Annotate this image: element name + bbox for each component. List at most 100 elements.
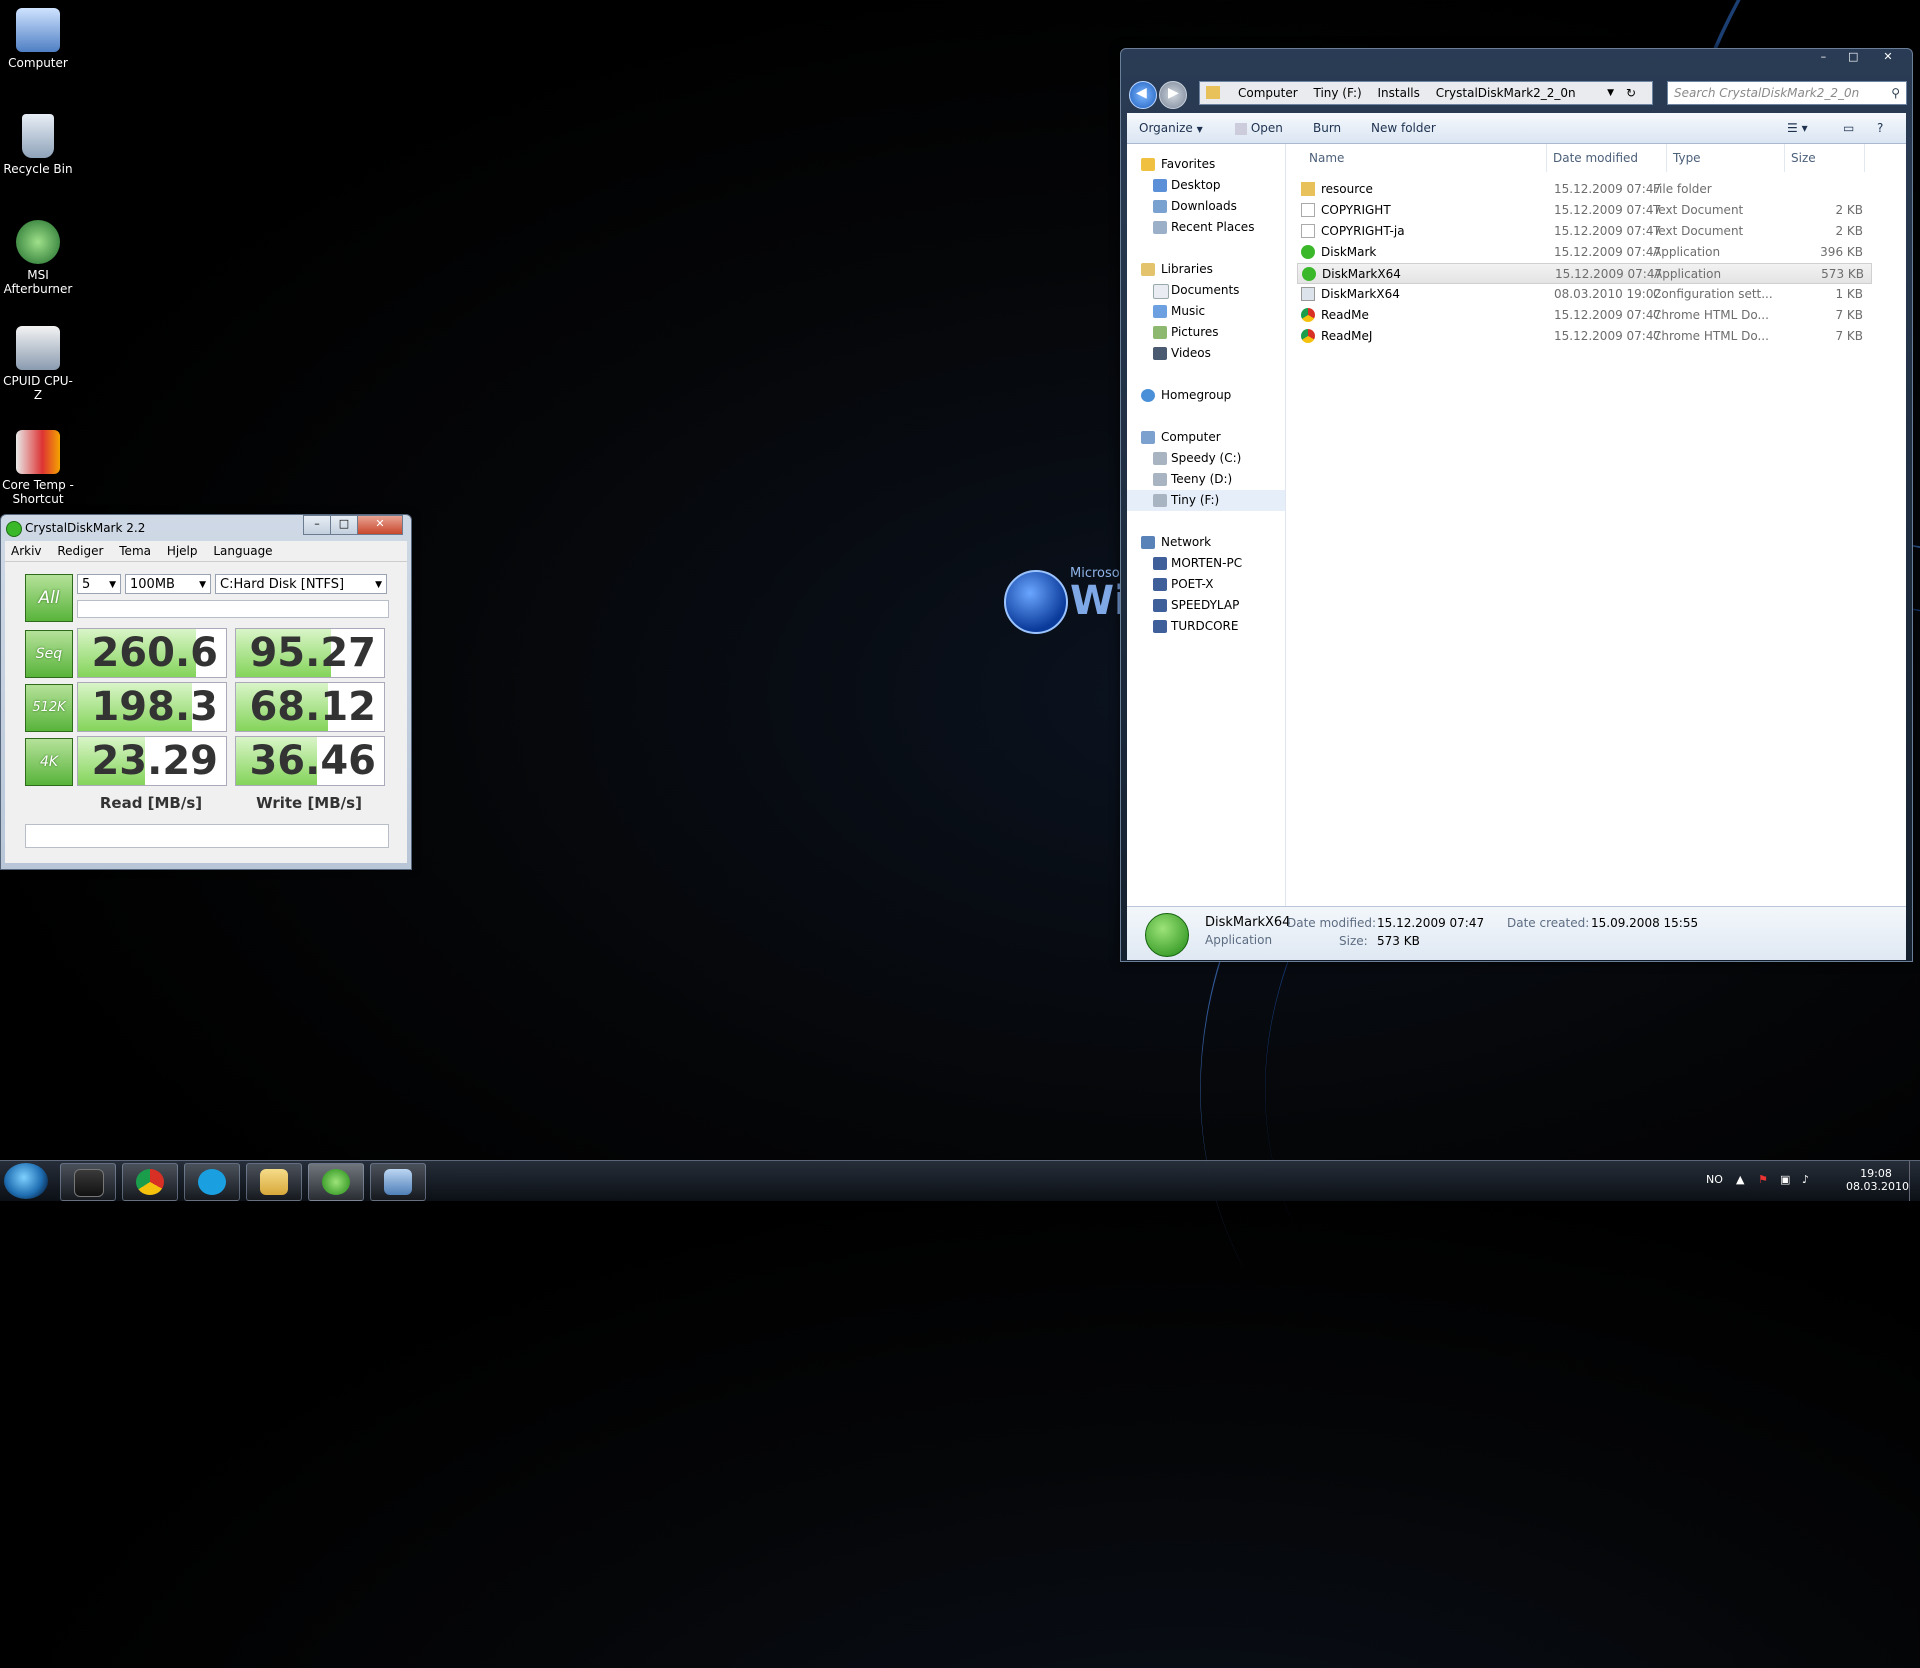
- organize-button[interactable]: Organize ▼: [1139, 113, 1203, 145]
- arrow-right-icon: ▶: [1168, 85, 1179, 101]
- clock[interactable]: 19:08 08.03.2010: [1846, 1167, 1909, 1193]
- drive-icon: [1153, 494, 1167, 507]
- command-bar: Organize ▼ Open Burn New folder ☰ ▾ ▭ ?: [1127, 113, 1906, 144]
- nav-pictures[interactable]: Pictures: [1127, 322, 1285, 343]
- open-button[interactable]: Open: [1235, 113, 1283, 143]
- search-input[interactable]: Search CrystalDiskMark2_2_0n ⚲: [1667, 81, 1907, 105]
- action-center-flag-icon[interactable]: ⚑: [1758, 1173, 1768, 1186]
- file-row[interactable]: COPYRIGHT-ja 15.12.2009 07:47 Text Documen…: [1297, 221, 1872, 242]
- forward-button[interactable]: ▶: [1159, 81, 1187, 109]
- arrow-left-icon: ◀: [1136, 85, 1147, 101]
- taskbar-remote-desktop[interactable]: [370, 1163, 426, 1201]
- refresh-icon[interactable]: ↻: [1626, 82, 1636, 104]
- nav-downloads[interactable]: Downloads: [1127, 196, 1285, 217]
- nav-recent-places[interactable]: Recent Places: [1127, 217, 1285, 238]
- nav-speedylap[interactable]: SPEEDYLAP: [1127, 595, 1285, 616]
- start-button[interactable]: [4, 1163, 48, 1199]
- seq-test-button[interactable]: Seq: [25, 630, 73, 678]
- details-size-value: 573 KB: [1377, 934, 1420, 948]
- nav-homegroup[interactable]: Homegroup: [1127, 385, 1285, 406]
- desktop-icon-cpuz[interactable]: CPUID CPU-Z: [0, 318, 76, 402]
- file-size: 7 KB: [1835, 308, 1863, 322]
- breadcrumb-tiny-f[interactable]: Tiny (F:): [1313, 86, 1361, 100]
- column-header-name[interactable]: Name: [1287, 144, 1547, 172]
- desktop-icon-msi-afterburner[interactable]: MSI Afterburner: [0, 212, 76, 296]
- comment-field[interactable]: [77, 600, 389, 618]
- language-indicator[interactable]: NO: [1706, 1173, 1723, 1186]
- maximize-button[interactable]: □: [330, 515, 358, 535]
- nav-documents[interactable]: Documents: [1127, 280, 1285, 301]
- menu-hjelp[interactable]: Hjelp: [161, 541, 204, 561]
- breadcrumb-computer[interactable]: Computer: [1238, 86, 1298, 100]
- nav-turdcore[interactable]: TURDCORE: [1127, 616, 1285, 637]
- network-tray-icon[interactable]: ▣: [1780, 1173, 1790, 1186]
- burn-button[interactable]: Burn: [1313, 113, 1341, 143]
- view-options-button[interactable]: ☰ ▾: [1787, 113, 1808, 143]
- 4k-test-button[interactable]: 4K: [25, 738, 73, 786]
- help-icon[interactable]: ?: [1877, 113, 1883, 143]
- nav-speedy-c[interactable]: Speedy (C:): [1127, 448, 1285, 469]
- cdm-titlebar[interactable]: CrystalDiskMark 2.2 – □ ✕: [1, 515, 411, 541]
- file-type: Chrome HTML Do...: [1653, 308, 1769, 322]
- menu-arkiv[interactable]: Arkiv: [5, 541, 48, 561]
- nav-videos[interactable]: Videos: [1127, 343, 1285, 364]
- close-button[interactable]: ✕: [1870, 49, 1906, 67]
- desktop-icon-core-temp[interactable]: Core Temp - Shortcut: [0, 422, 76, 506]
- volume-icon[interactable]: ♪: [1802, 1173, 1809, 1186]
- nav-music[interactable]: Music: [1127, 301, 1285, 322]
- file-name: DiskMarkX64: [1321, 287, 1400, 301]
- maximize-button[interactable]: □: [1840, 49, 1866, 67]
- show-desktop-button[interactable]: [1909, 1161, 1920, 1201]
- taskbar-explorer[interactable]: [246, 1163, 302, 1201]
- file-row[interactable]: ReadMe 15.12.2009 07:47 Chrome HTML Do... 7…: [1297, 305, 1872, 326]
- nav-libraries[interactable]: Libraries: [1127, 259, 1285, 280]
- file-row[interactable]: DiskMarkX64 08.03.2010 19:02 Configuration…: [1297, 284, 1872, 305]
- menu-tema[interactable]: Tema: [113, 541, 157, 561]
- preview-pane-icon[interactable]: ▭: [1843, 113, 1854, 143]
- nav-tiny-f[interactable]: Tiny (F:): [1127, 490, 1285, 511]
- taskbar-skype[interactable]: [184, 1163, 240, 1201]
- drive-value: C:Hard Disk [NTFS]: [220, 577, 345, 592]
- minimize-button[interactable]: –: [1810, 49, 1836, 67]
- details-size-label: Size:: [1339, 934, 1368, 948]
- file-row[interactable]: DiskMark 15.12.2009 07:47 Application 396 K…: [1297, 242, 1872, 263]
- column-header-type[interactable]: Type: [1667, 144, 1785, 172]
- back-button[interactable]: ◀: [1129, 81, 1157, 109]
- nav-favorites[interactable]: Favorites: [1127, 154, 1285, 175]
- show-hidden-icons[interactable]: ▲: [1736, 1173, 1744, 1186]
- file-size: 2 KB: [1835, 203, 1863, 217]
- size-select[interactable]: 100MB ▼: [125, 574, 211, 594]
- breadcrumb-installs[interactable]: Installs: [1378, 86, 1420, 100]
- desktop-icon-computer[interactable]: Computer: [0, 0, 76, 70]
- breadcrumb-crystaldiskmark[interactable]: CrystalDiskMark2_2_0n: [1436, 86, 1576, 100]
- run-all-button[interactable]: All: [25, 574, 73, 622]
- taskbar-chrome[interactable]: [122, 1163, 178, 1201]
- runs-select[interactable]: 5 ▼: [77, 574, 121, 594]
- file-row[interactable]: ReadMeJ 15.12.2009 07:47 Chrome HTML Do...…: [1297, 326, 1872, 347]
- new-folder-button[interactable]: New folder: [1371, 113, 1436, 143]
- menu-language[interactable]: Language: [207, 541, 278, 561]
- minimize-button[interactable]: –: [303, 515, 331, 535]
- nav-desktop[interactable]: Desktop: [1127, 175, 1285, 196]
- column-header-date-modified[interactable]: Date modified: [1547, 144, 1667, 172]
- menu-rediger[interactable]: Rediger: [51, 541, 109, 561]
- drive-select[interactable]: C:Hard Disk [NTFS] ▼: [215, 574, 387, 594]
- nav-poet-x[interactable]: POET-X: [1127, 574, 1285, 595]
- nav-teeny-d[interactable]: Teeny (D:): [1127, 469, 1285, 490]
- desktop-icon-recycle-bin[interactable]: Recycle Bin: [0, 106, 76, 176]
- file-row-selected[interactable]: DiskMarkX64 15.12.2009 07:47 Application 57…: [1297, 263, 1872, 284]
- column-header-size[interactable]: Size: [1785, 144, 1865, 172]
- 512k-test-button[interactable]: 512K: [25, 684, 73, 732]
- taskbar-crystaldiskmark[interactable]: [308, 1163, 364, 1201]
- nav-computer[interactable]: Computer: [1127, 427, 1285, 448]
- file-list: Name Date modified Type Size resource 15.…: [1287, 144, 1906, 906]
- file-row[interactable]: resource 15.12.2009 07:47 File folder: [1297, 179, 1872, 200]
- nav-label: POET-X: [1171, 577, 1214, 591]
- nav-morten-pc[interactable]: MORTEN-PC: [1127, 553, 1285, 574]
- file-row[interactable]: COPYRIGHT 15.12.2009 07:47 Text Document 2 …: [1297, 200, 1872, 221]
- close-button[interactable]: ✕: [357, 515, 403, 535]
- taskbar-steam[interactable]: [60, 1163, 116, 1201]
- nav-network[interactable]: Network: [1127, 532, 1285, 553]
- address-bar[interactable]: Computer Tiny (F:) Installs CrystalDiskM…: [1199, 81, 1653, 105]
- chevron-down-icon[interactable]: ▼: [1607, 82, 1614, 104]
